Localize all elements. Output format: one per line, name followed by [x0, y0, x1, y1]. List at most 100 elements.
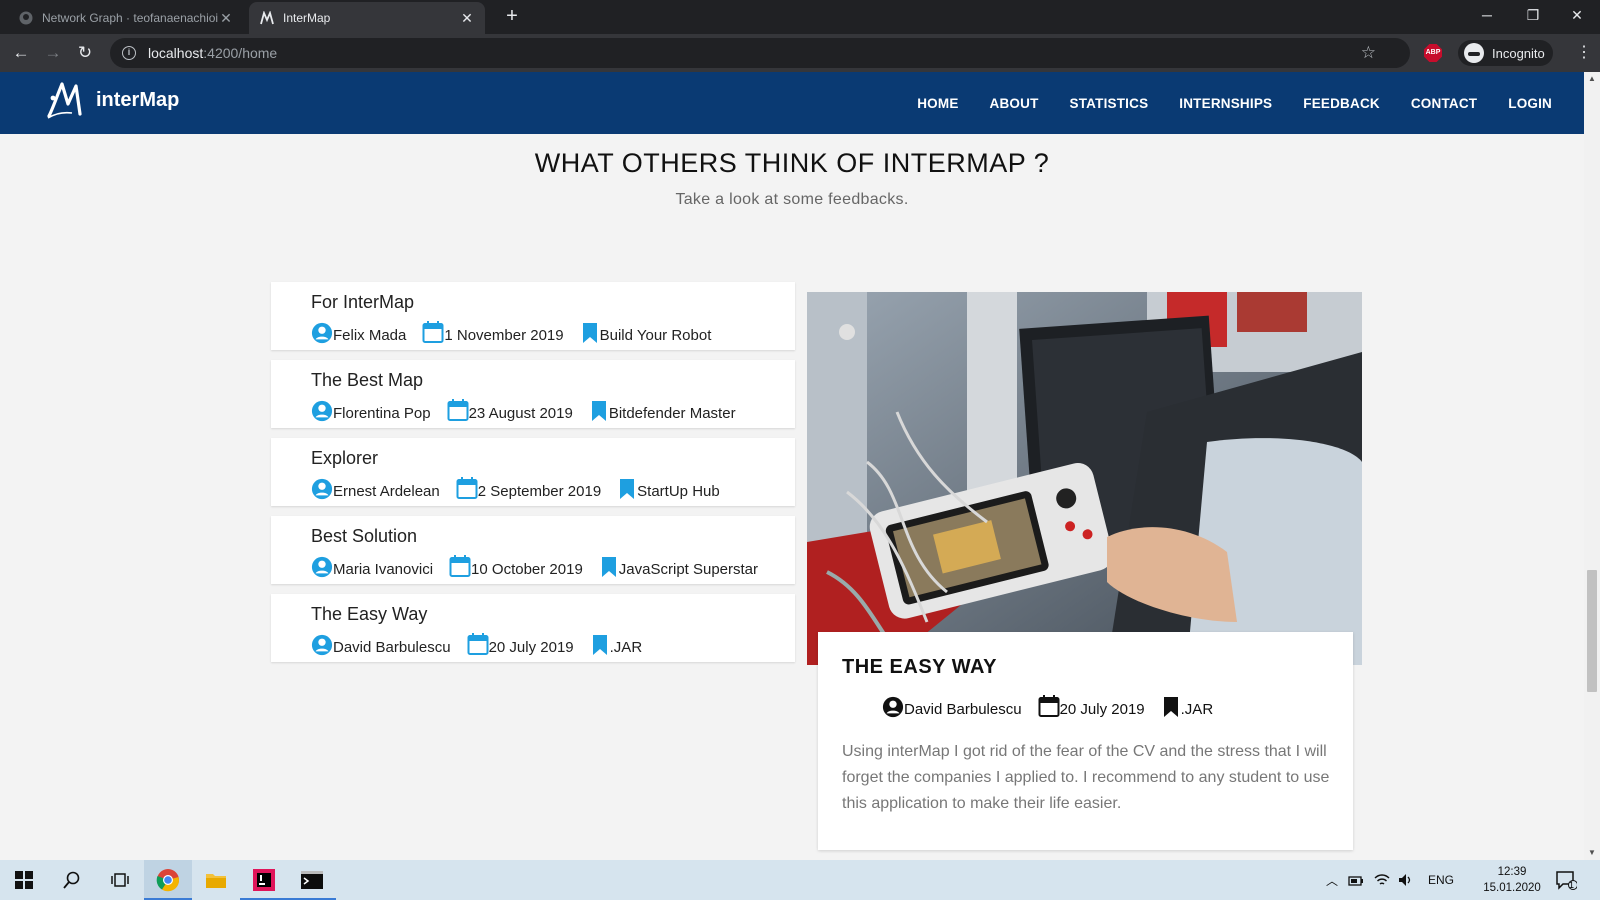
minimize-button[interactable]: ─ [1464, 0, 1510, 32]
battery-icon[interactable] [1348, 873, 1364, 887]
feedback-card[interactable]: Explorer Ernest Ardelean 2 September 2019 S… [271, 438, 795, 506]
incognito-label: Incognito [1492, 45, 1545, 61]
language-indicator[interactable]: ENG [1428, 873, 1454, 887]
selected-internship: .JAR [1180, 701, 1214, 718]
close-icon[interactable]: ✕ [459, 10, 475, 27]
page-viewport: interMap HOME ABOUT STATISTICS INTERNSHI… [0, 72, 1584, 860]
intellij-taskbar-button[interactable] [240, 860, 288, 900]
scroll-up-icon[interactable]: ▲ [1584, 74, 1600, 83]
internship: JavaScript Superstar [599, 556, 758, 578]
calendar-icon [467, 633, 489, 655]
search-icon [63, 871, 80, 889]
clock[interactable]: 12:39 15.01.2020 [1482, 864, 1542, 896]
chrome-taskbar-button[interactable] [144, 860, 192, 900]
nav-statistics[interactable]: STATISTICS [1070, 96, 1149, 111]
adblock-extension-icon[interactable]: ABP [1424, 44, 1442, 62]
feedback-card[interactable]: For InterMap Felix Mada 1 November 2019 Bui… [271, 282, 795, 350]
tab-network-graph[interactable]: Network Graph · teofanaenachioiu ✕ [8, 2, 244, 34]
feedback-card[interactable]: Best Solution Maria Ivanovici 10 October 2… [271, 516, 795, 584]
tab-intermap[interactable]: InterMap ✕ [249, 2, 485, 34]
reload-icon[interactable]: ↻ [72, 40, 98, 66]
scrollbar-thumb[interactable] [1587, 570, 1597, 692]
calendar-icon [422, 321, 444, 343]
nav-home[interactable]: HOME [917, 96, 958, 111]
incognito-icon [1464, 43, 1484, 63]
start-button[interactable] [0, 860, 48, 900]
internship: .JAR [1161, 696, 1214, 718]
info-icon[interactable]: i [122, 46, 136, 60]
nav-about[interactable]: ABOUT [990, 96, 1039, 111]
address-bar[interactable]: i localhost:4200/home ☆ [110, 38, 1410, 68]
bookmark-icon [592, 635, 607, 655]
file-explorer-button[interactable] [192, 860, 240, 900]
terminal-icon [301, 871, 323, 889]
internship: .JAR [590, 634, 642, 656]
back-arrow-icon[interactable]: ← [8, 40, 34, 66]
feedback-date: 10 October 2019 [471, 561, 583, 578]
person-circle-icon [311, 556, 333, 578]
bookmark-star-icon[interactable]: ☆ [1361, 43, 1376, 63]
bookmark-icon [601, 557, 616, 577]
intermap-logo-icon [47, 82, 82, 119]
feedback-author: Florentina Pop [333, 405, 431, 422]
new-tab-button[interactable]: + [500, 4, 524, 28]
feedback-date: 23 August 2019 [468, 405, 573, 422]
intermap-favicon-icon [259, 10, 275, 26]
feedback-meta: David Barbulescu 20 July 2019 .JAR [311, 632, 658, 656]
selected-feedback-meta: David Barbulescu 20 July 2019 .JAR [882, 692, 1229, 718]
nav-internships[interactable]: INTERNSHIPS [1179, 96, 1272, 111]
feedback-card[interactable]: The Best Map Florentina Pop 23 August 2019… [271, 360, 795, 428]
feedback-meta: Felix Mada 1 November 2019 Build Your Robo… [311, 320, 727, 344]
internship: Build Your Robot [580, 322, 711, 344]
notifications-button[interactable]: 1 [1544, 860, 1588, 900]
chevron-up-icon[interactable]: ︿ [1326, 872, 1338, 889]
feedback-card[interactable]: The Easy Way David Barbulescu 20 July 2019… [271, 594, 795, 662]
nav-feedback[interactable]: FEEDBACK [1303, 96, 1380, 111]
incognito-profile-button[interactable]: Incognito [1458, 40, 1553, 66]
browser-menu-icon[interactable]: ⋮ [1576, 42, 1592, 62]
selected-feedback-card: THE EASY WAY David Barbulescu 20 July 20… [818, 632, 1353, 850]
feedback-author: Maria Ivanovici [333, 561, 434, 578]
selected-author: David Barbulescu [904, 701, 1022, 718]
feedback-title: Best Solution [311, 526, 418, 546]
feedback-internship: JavaScript Superstar [618, 561, 759, 578]
wifi-icon[interactable] [1374, 873, 1390, 887]
browser-tab-strip: Network Graph · teofanaenachioiu ✕ Inter… [0, 0, 1600, 34]
task-view-button[interactable] [96, 860, 144, 900]
forward-arrow-icon[interactable]: → [40, 40, 66, 66]
task-view-icon [111, 873, 129, 887]
browser-toolbar: ← → ↻ i localhost:4200/home ☆ ABP Incogn… [0, 34, 1600, 72]
scroll-down-icon[interactable]: ▼ [1584, 848, 1600, 857]
nav-login[interactable]: LOGIN [1508, 96, 1552, 111]
clock-date: 15.01.2020 [1483, 882, 1541, 894]
author: Felix Mada [311, 322, 406, 344]
author: Maria Ivanovici [311, 556, 433, 578]
search-button[interactable] [48, 860, 96, 900]
feedback-date: 2 September 2019 [477, 483, 602, 500]
feedback-meta: Ernest Ardelean 2 September 2019 StartUp H… [311, 476, 736, 500]
internship: Bitdefender Master [589, 400, 736, 422]
selected-feedback-text: Using interMap I got rid of the fear of … [842, 743, 1330, 812]
terminal-taskbar-button[interactable] [288, 860, 336, 900]
folder-icon [206, 874, 226, 888]
feedback-date: 20 July 2019 [488, 639, 574, 656]
feedback-photo [807, 292, 1362, 665]
volume-icon[interactable] [1398, 873, 1414, 887]
nav-contact[interactable]: CONTACT [1411, 96, 1477, 111]
feedback-title: Explorer [311, 448, 379, 468]
bookmark-icon [1163, 697, 1178, 717]
close-icon[interactable]: ✕ [218, 10, 234, 27]
brand[interactable]: interMap [46, 80, 179, 120]
person-circle-icon [311, 478, 333, 500]
feedback-date: 1 November 2019 [444, 327, 564, 344]
window-close-button[interactable]: ✕ [1554, 0, 1600, 32]
main-nav: HOME ABOUT STATISTICS INTERNSHIPS FEEDBA… [886, 72, 1552, 134]
calendar-icon [456, 477, 478, 499]
system-tray: ︿ ENG [1326, 860, 1454, 900]
page-scrollbar[interactable]: ▲ ▼ [1584, 72, 1600, 860]
windows-taskbar: ︿ ENG 12:39 15.01.2020 1 [0, 860, 1600, 900]
restore-button[interactable]: ❐ [1510, 0, 1556, 32]
bookmark-icon [620, 479, 635, 499]
tab-title: InterMap [283, 11, 331, 25]
date: 23 August 2019 [447, 398, 573, 422]
